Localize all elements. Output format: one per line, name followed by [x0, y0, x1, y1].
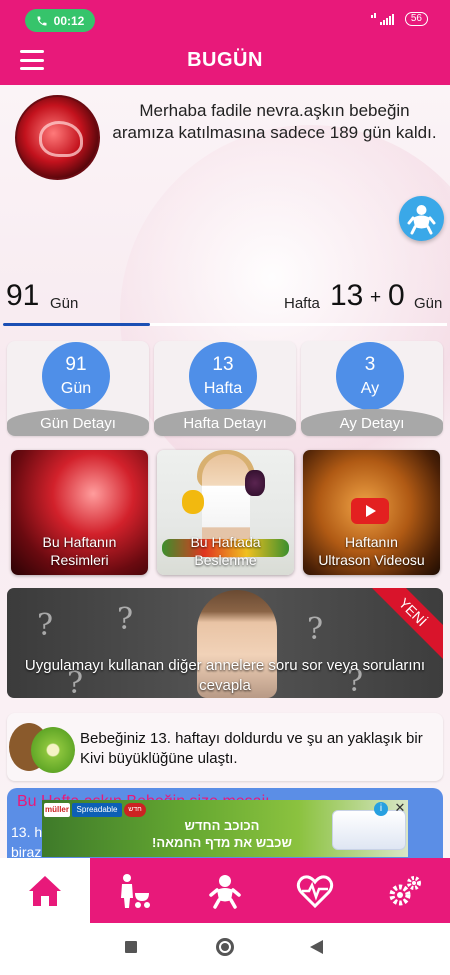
weeks-count: 13: [330, 279, 364, 312]
caption-line: Bu Haftanın: [42, 534, 117, 550]
app-bar: BUGÜN: [0, 36, 450, 85]
ad-headline: הכוכב החדש: [184, 818, 260, 833]
baby-fab-button[interactable]: [399, 196, 444, 241]
week-label: Hafta: [284, 295, 320, 312]
days-unit: Gün: [50, 295, 79, 312]
weekly-images-card[interactable]: Bu Haftanın Resimleri: [11, 450, 148, 575]
pregnancy-progress-bar: [3, 323, 447, 326]
main-content[interactable]: Merhaba fadile nevra.aşkın bebeğin aramı…: [0, 85, 450, 858]
bottom-navigation: [0, 858, 450, 923]
month-detail-card[interactable]: 3 Ay Ay Detayı: [301, 341, 443, 436]
month-stat-circle: 3 Ay: [336, 342, 404, 410]
call-time: 00:12: [53, 13, 85, 28]
week-detail-label[interactable]: Hafta Detayı: [154, 409, 296, 436]
baby-size-text: Bebeğiniz 13. haftayı doldurdu ve şu an …: [80, 730, 423, 767]
ad-new-badge: חדש: [124, 803, 146, 817]
week-stat-circle: 13 Hafta: [189, 342, 257, 410]
page-title: BUGÜN: [187, 49, 263, 71]
ad-brand-logo: müller: [44, 803, 70, 817]
baby-icon: [209, 874, 241, 909]
status-indicators: 56: [370, 12, 428, 26]
pregnancy-progress-fill: [3, 323, 150, 326]
baby-size-card[interactable]: Bebeğiniz 13. haftayı doldurdu ve şu an …: [7, 713, 443, 781]
caption-line: Ultrason Videosu: [318, 552, 425, 568]
nav-mother[interactable]: [90, 858, 180, 923]
question-mark-decoration: ?: [117, 602, 134, 637]
pregnancy-counter: 91 Gün Hafta 13 + 0 Gün: [0, 279, 450, 319]
stat-value: 13: [212, 354, 234, 375]
ad-close-icon[interactable]: ✕: [392, 800, 408, 816]
days-count: 91: [6, 279, 40, 312]
nav-baby[interactable]: [180, 858, 270, 923]
day-detail-card[interactable]: 91 Gün Gün Detayı: [7, 341, 149, 436]
day-detail-label[interactable]: Gün Detayı: [7, 409, 149, 436]
ad-banner[interactable]: müller Spreadable חדש הכוכב החדש שכבש את…: [42, 800, 408, 857]
phone-icon: [37, 16, 47, 25]
card-caption: Bu Haftanın Resimleri: [11, 533, 148, 569]
card-caption: Haftanın Ultrason Videosu: [303, 533, 440, 569]
baby-icon: [407, 205, 436, 235]
stat-value: 3: [364, 354, 376, 375]
ask-mothers-banner[interactable]: ? ? ? ? ? YENİ Uygulamayı kullanan diğer…: [7, 588, 443, 698]
question-mark-decoration: ?: [37, 608, 54, 643]
week-days-unit: Gün: [414, 295, 443, 312]
stat-value: 91: [65, 354, 87, 375]
kiwi-image: [7, 717, 75, 777]
caption-line: Beslenme: [194, 552, 257, 568]
fetus-avatar[interactable]: [15, 95, 100, 180]
greeting-text: Merhaba fadile nevra.aşkın bebeğin aramı…: [112, 101, 437, 142]
signal-icon: [370, 13, 394, 25]
ad-product-tag: Spreadable: [72, 803, 122, 817]
grapes-image: [245, 470, 265, 496]
month-detail-label[interactable]: Ay Detayı: [301, 409, 443, 436]
stat-unit: Gün: [60, 380, 92, 397]
week-detail-card[interactable]: 13 Hafta Hafta Detayı: [154, 341, 296, 436]
nav-health[interactable]: [270, 858, 360, 923]
new-ribbon: YENİ: [362, 588, 443, 663]
nav-settings[interactable]: [360, 858, 450, 923]
week-days-count: 0: [388, 279, 405, 312]
butter-pack-image: [332, 810, 406, 850]
ad-subline: שכבש את מדף החמאה!: [152, 835, 292, 850]
recent-apps-icon[interactable]: [125, 941, 137, 953]
play-icon[interactable]: [351, 498, 389, 524]
weekly-nutrition-card[interactable]: Bu Haftada Beslenme: [157, 450, 294, 575]
message-line: 13. h: [11, 824, 43, 840]
caption-line: Bu Haftada: [190, 534, 261, 550]
message-line: biraz: [11, 844, 42, 858]
nav-home[interactable]: [0, 858, 90, 923]
status-bar: 00:12 56: [0, 0, 450, 36]
gears-icon: [389, 875, 421, 905]
day-stat-circle: 91 Gün: [42, 342, 110, 410]
stat-unit: Ay: [360, 380, 380, 397]
mother-stroller-icon: [121, 873, 150, 908]
caption-line: Haftanın: [345, 534, 398, 550]
battery-indicator: 56: [404, 12, 428, 26]
stat-unit: Hafta: [203, 380, 243, 397]
system-navigation-bar: [0, 923, 450, 975]
heart-pulse-icon: [296, 874, 334, 908]
card-caption: Bu Haftada Beslenme: [157, 533, 294, 569]
question-mark-decoration: ?: [307, 612, 324, 647]
home-icon: [29, 875, 61, 906]
pepper-image: [182, 490, 204, 514]
back-icon[interactable]: [310, 940, 323, 954]
plus-sign: +: [370, 287, 382, 308]
ad-info-icon[interactable]: i: [374, 802, 388, 816]
ultrasound-video-card[interactable]: Haftanın Ultrason Videosu: [303, 450, 440, 575]
message-body: 13. h biraz: [11, 822, 42, 858]
ongoing-call-pill[interactable]: 00:12: [25, 9, 95, 32]
banner-text: Uygulamayı kullanan diğer annelere soru …: [24, 657, 426, 694]
caption-line: Resimleri: [50, 552, 109, 568]
home-button-icon[interactable]: [216, 938, 234, 956]
